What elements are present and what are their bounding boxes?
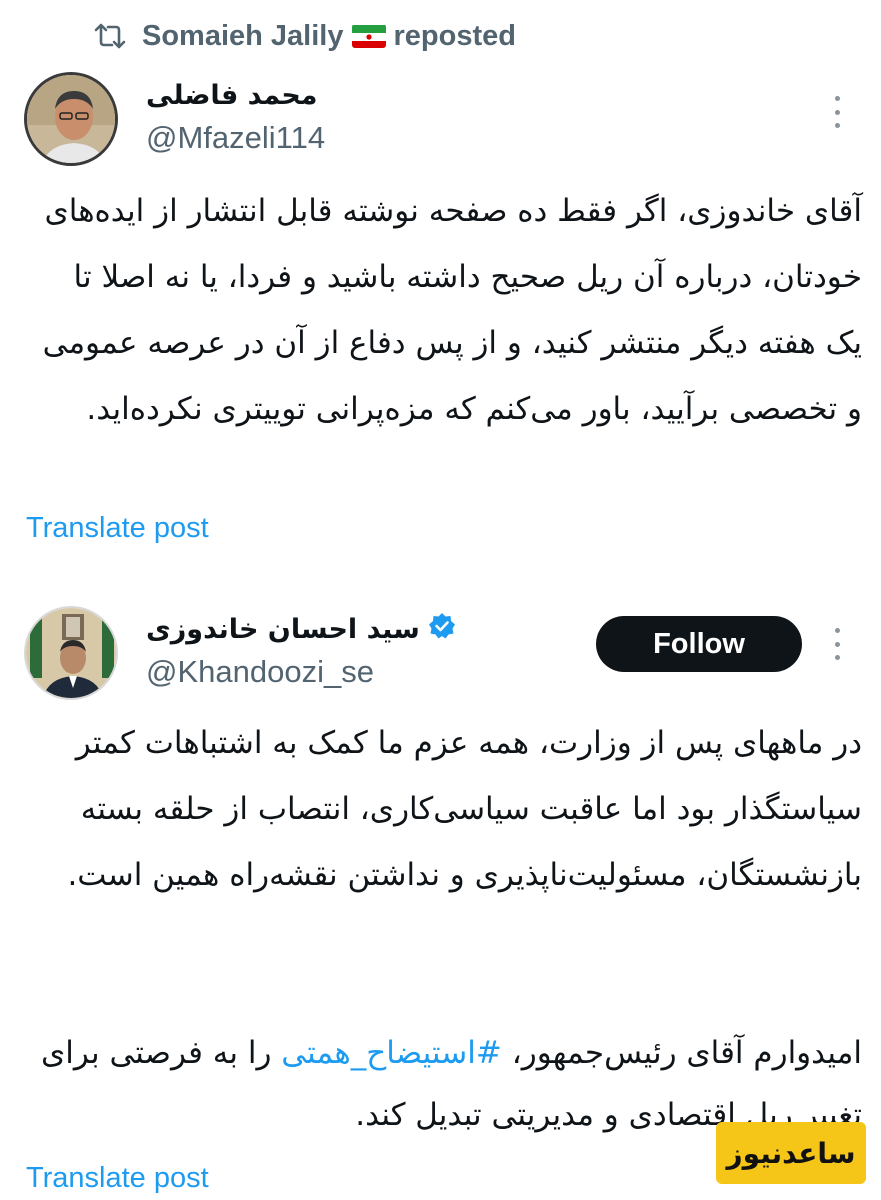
tweet1-text: آقای خاندوزی، اگر فقط ده صفحه نوشته قابل… bbox=[42, 193, 862, 427]
repost-user-name[interactable]: Somaieh Jalily bbox=[142, 20, 344, 53]
translate-post-link[interactable]: Translate post bbox=[26, 1162, 209, 1195]
repost-label: reposted bbox=[393, 19, 516, 52]
more-options-icon[interactable] bbox=[832, 628, 842, 660]
tweet1-display-name[interactable]: محمد فاضلی bbox=[146, 80, 318, 111]
tweet1-handle[interactable]: @Mfazeli114 bbox=[146, 120, 325, 156]
tweet2-display-name[interactable]: سید احسان خاندوزی bbox=[146, 614, 420, 645]
tweet2-name-row: سید احسان خاندوزی bbox=[146, 612, 456, 647]
follow-button[interactable]: Follow bbox=[596, 616, 802, 672]
watermark-logo: ساعدنیوز bbox=[716, 1122, 866, 1184]
avatar[interactable] bbox=[24, 72, 118, 166]
more-options-icon[interactable] bbox=[832, 96, 842, 128]
hashtag-link[interactable]: #استیضاح_همتی bbox=[281, 1035, 502, 1071]
repost-icon bbox=[94, 21, 128, 51]
iran-flag-icon bbox=[351, 24, 386, 48]
avatar[interactable] bbox=[24, 606, 118, 700]
repost-header: Somaieh Jalily reposted bbox=[94, 14, 516, 58]
repost-text: Somaieh Jalily reposted bbox=[142, 20, 516, 53]
verified-badge-icon bbox=[428, 612, 456, 647]
tweet2-paragraph-2-start: امیدوارم آقای رئیس‌جمهور، bbox=[501, 1035, 862, 1071]
tweet2-paragraph-1: در ماههای پس از وزارت، همه عزم ما کمک به… bbox=[67, 725, 862, 893]
translate-post-link[interactable]: Translate post bbox=[26, 512, 209, 545]
tweet2-handle[interactable]: @Khandoozi_se bbox=[146, 654, 374, 690]
